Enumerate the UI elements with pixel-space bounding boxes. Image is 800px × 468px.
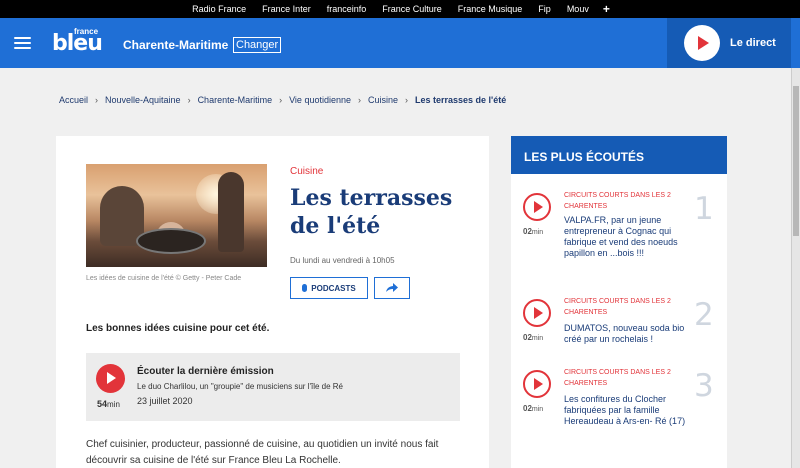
network-link-mouv[interactable]: Mouv	[559, 0, 597, 18]
item-kicker: CIRCUITS COURTS DANS LES 2 CHARENTES	[564, 192, 671, 210]
microphone-icon	[302, 284, 308, 292]
item-rank: 1	[694, 191, 714, 227]
list-item[interactable]: 02min CIRCUITS COURTS DANS LES 2 CHARENT…	[511, 191, 727, 293]
breadcrumb-accueil[interactable]: Accueil	[59, 95, 88, 105]
chevron-right-icon: ›	[279, 95, 283, 105]
breadcrumb-nouvelle-aquitaine[interactable]: Nouvelle-Aquitaine	[105, 95, 181, 105]
most-listened-heading: LES PLUS ÉCOUTÉS	[511, 136, 727, 174]
network-link-radio-france[interactable]: Radio France	[184, 0, 254, 18]
network-more-plus-icon[interactable]: +	[597, 0, 616, 18]
most-listened-panel: LES PLUS ÉCOUTÉS 02min CIRCUITS COURTS D…	[511, 136, 727, 468]
breadcrumb-cuisine[interactable]: Cuisine	[368, 95, 398, 105]
photo-caption: Les idées de cuisine de l'été © Getty - …	[86, 275, 242, 282]
item-kicker: CIRCUITS COURTS DANS LES 2 CHARENTES	[564, 298, 671, 316]
item-rank: 3	[694, 368, 714, 404]
list-item[interactable]: 02min CIRCUITS COURTS DANS LES 2 CHARENT…	[511, 368, 727, 468]
last-episode-date: 23 juillet 2020	[137, 396, 193, 406]
region-name: Charente-Maritime	[123, 38, 229, 52]
change-region-button[interactable]: Changer	[233, 37, 282, 53]
site-header: france bleu Charente-Maritime Changer Le…	[0, 18, 800, 68]
show-schedule: Du lundi au vendredi à 10h05	[290, 256, 395, 265]
item-title[interactable]: DUMATOS, nouveau soda bio créé par un ro…	[564, 323, 694, 345]
item-duration: 02min	[523, 404, 544, 413]
breadcrumb-current: Les terrasses de l'été	[415, 95, 507, 105]
logo-big-text: bleu	[52, 31, 103, 56]
play-icon[interactable]	[523, 299, 551, 327]
play-icon[interactable]	[523, 193, 551, 221]
last-episode-player[interactable]: 54min Écouter la dernière émission Le du…	[86, 353, 460, 421]
share-arrow-icon	[386, 283, 398, 292]
page-scrollbar[interactable]	[791, 68, 800, 468]
play-icon[interactable]	[523, 370, 551, 398]
network-link-france-inter[interactable]: France Inter	[254, 0, 319, 18]
podcasts-button[interactable]: PODCASTS	[290, 277, 368, 299]
item-rank: 2	[694, 297, 714, 333]
podcasts-label: PODCASTS	[311, 283, 356, 293]
live-button[interactable]: Le direct	[667, 18, 791, 68]
item-title[interactable]: Les confitures du Clocher fabriquées par…	[564, 394, 694, 427]
show-photo	[86, 164, 267, 267]
breadcrumb: Accueil › Nouvelle-Aquitaine › Charente-…	[59, 95, 506, 105]
network-link-france-musique[interactable]: France Musique	[450, 0, 531, 18]
live-label: Le direct	[730, 37, 776, 49]
item-kicker: CIRCUITS COURTS DANS LES 2 CHARENTES	[564, 369, 671, 387]
page-title: Les terrasses de l'été	[290, 185, 453, 239]
show-category[interactable]: Cuisine	[290, 166, 323, 177]
scrollbar-thumb[interactable]	[793, 86, 799, 236]
network-bar: Radio France France Inter franceinfo Fra…	[0, 0, 800, 18]
menu-hamburger-icon[interactable]	[14, 37, 31, 50]
chevron-right-icon: ›	[187, 95, 191, 105]
network-link-fip[interactable]: Fip	[530, 0, 559, 18]
episode-duration: 54min	[97, 399, 120, 409]
live-play-icon[interactable]	[684, 25, 720, 61]
show-lead: Les bonnes idées cuisine pour cet été.	[86, 323, 270, 334]
play-icon[interactable]	[96, 364, 125, 393]
item-duration: 02min	[523, 333, 544, 342]
last-episode-title: Écouter la dernière émission	[137, 366, 274, 377]
network-link-france-culture[interactable]: France Culture	[374, 0, 450, 18]
show-card: Les idées de cuisine de l'été © Getty - …	[56, 136, 489, 468]
network-link-franceinfo[interactable]: franceinfo	[319, 0, 375, 18]
item-title[interactable]: VALPA.FR, par un jeune entrepreneur à Co…	[564, 215, 694, 259]
show-description: Chef cuisinier, producteur, passionné de…	[86, 439, 439, 466]
share-button[interactable]	[374, 277, 410, 299]
last-episode-subtitle: Le duo Charlilou, un "groupie" de musici…	[137, 382, 343, 391]
item-duration: 02min	[523, 227, 544, 236]
chevron-right-icon: ›	[405, 95, 408, 105]
breadcrumb-vie-quotidienne[interactable]: Vie quotidienne	[289, 95, 351, 105]
breadcrumb-charente-maritime[interactable]: Charente-Maritime	[198, 95, 273, 105]
chevron-right-icon: ›	[95, 95, 99, 105]
chevron-right-icon: ›	[357, 95, 361, 105]
